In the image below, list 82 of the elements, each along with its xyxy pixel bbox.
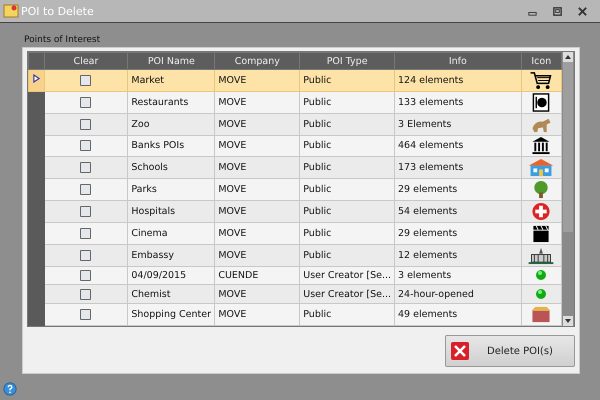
- checkbox[interactable]: [80, 96, 92, 108]
- table-cell: Restaurants: [128, 91, 215, 114]
- table-cell: Chemist: [128, 284, 215, 304]
- table-cell: User Creator [Se...: [300, 266, 395, 285]
- table-cell: Market: [128, 70, 215, 92]
- status-dot-icon: [535, 269, 548, 282]
- table-cell: Parks: [128, 178, 215, 201]
- checkbox[interactable]: [80, 184, 92, 196]
- column-header[interactable]: Company: [214, 52, 300, 70]
- table-cell: MOVE: [214, 178, 300, 201]
- column-header[interactable]: Clear: [44, 52, 128, 70]
- table-cell: 04/09/2015: [128, 266, 215, 285]
- table-cell: MOVE: [214, 284, 300, 304]
- table-cell: MOVE: [214, 70, 300, 92]
- checkbox[interactable]: [80, 206, 92, 217]
- scrollbar-thumb[interactable]: [563, 62, 573, 232]
- table-cell: 464 elements: [394, 135, 522, 157]
- table-cell: 24-hour-opened: [394, 284, 522, 304]
- table-cell: 49 elements: [394, 304, 522, 326]
- table-cell: 29 elements: [394, 222, 522, 244]
- table-cell: Banks POIs: [128, 135, 215, 157]
- table-cell: MOVE: [214, 156, 300, 179]
- scroll-down-icon[interactable]: [563, 316, 573, 326]
- table-cell: Shopping Center: [128, 304, 215, 326]
- column-header[interactable]: Info: [394, 52, 522, 70]
- table-cell: User Creator [Se...: [300, 284, 395, 304]
- checkbox[interactable]: [80, 118, 92, 130]
- help-icon[interactable]: [3, 382, 17, 396]
- table-cell: Public: [300, 222, 395, 244]
- column-header[interactable]: POI Type: [300, 52, 395, 70]
- table-cell: Schools: [128, 156, 215, 179]
- column-header[interactable]: POI Name: [128, 52, 215, 70]
- window-title: POI to Delete: [21, 4, 94, 18]
- column-header[interactable]: Icon: [521, 52, 562, 70]
- table-cell: 3 Elements: [394, 113, 522, 136]
- checkbox[interactable]: [80, 288, 92, 300]
- row-header[interactable]: [28, 91, 44, 114]
- table-cell: MOVE: [214, 91, 300, 114]
- school-icon: [527, 158, 556, 178]
- table-cell: Zoo: [128, 113, 215, 136]
- app-icon: [3, 3, 19, 19]
- table-cell: Public: [300, 91, 395, 114]
- table-cell: CUENDE: [214, 266, 300, 285]
- checkbox[interactable]: [80, 270, 92, 281]
- table-cell: Embassy: [128, 244, 215, 266]
- table-cell: 29 elements: [394, 178, 522, 201]
- checkbox[interactable]: [80, 74, 92, 86]
- table-cell: MOVE: [214, 135, 300, 157]
- table-cell: MOVE: [214, 200, 300, 222]
- checkbox[interactable]: [80, 308, 92, 320]
- close-icon[interactable]: [577, 6, 588, 16]
- maximize-icon[interactable]: [552, 6, 563, 16]
- table-cell: MOVE: [214, 304, 300, 326]
- current-row-icon: [32, 74, 40, 84]
- group-label: Points of Interest: [24, 35, 102, 45]
- status-dot-icon: [535, 288, 548, 300]
- table-cell: Public: [300, 178, 395, 201]
- table-cell: Cinema: [128, 222, 215, 244]
- table-cell: Public: [300, 304, 395, 326]
- checkbox[interactable]: [80, 250, 92, 261]
- table-cell: MOVE: [214, 222, 300, 244]
- table-cell: 124 elements: [394, 70, 522, 92]
- scroll-up-icon[interactable]: [563, 52, 573, 62]
- table-cell: 54 elements: [394, 200, 522, 222]
- delete-button[interactable]: Delete POI(s): [445, 335, 575, 367]
- table-cell: Public: [300, 200, 395, 222]
- table-cell: MOVE: [214, 244, 300, 266]
- table-cell: Public: [300, 113, 395, 136]
- checkbox[interactable]: [80, 140, 92, 152]
- table-cell: MOVE: [214, 113, 300, 136]
- table-cell: Public: [300, 135, 395, 157]
- table-cell: Public: [300, 244, 395, 266]
- table-cell: Hospitals: [128, 200, 215, 222]
- table-cell: Public: [300, 156, 395, 179]
- delete-x-icon: [450, 341, 470, 361]
- table-cell: 3 elements: [394, 266, 522, 285]
- table-cell: Public: [300, 70, 395, 92]
- checkbox[interactable]: [80, 228, 92, 239]
- table-cell: 173 elements: [394, 156, 522, 179]
- checkbox[interactable]: [80, 162, 92, 174]
- table-cell: 133 elements: [394, 91, 522, 114]
- table-cell: 12 elements: [394, 244, 522, 266]
